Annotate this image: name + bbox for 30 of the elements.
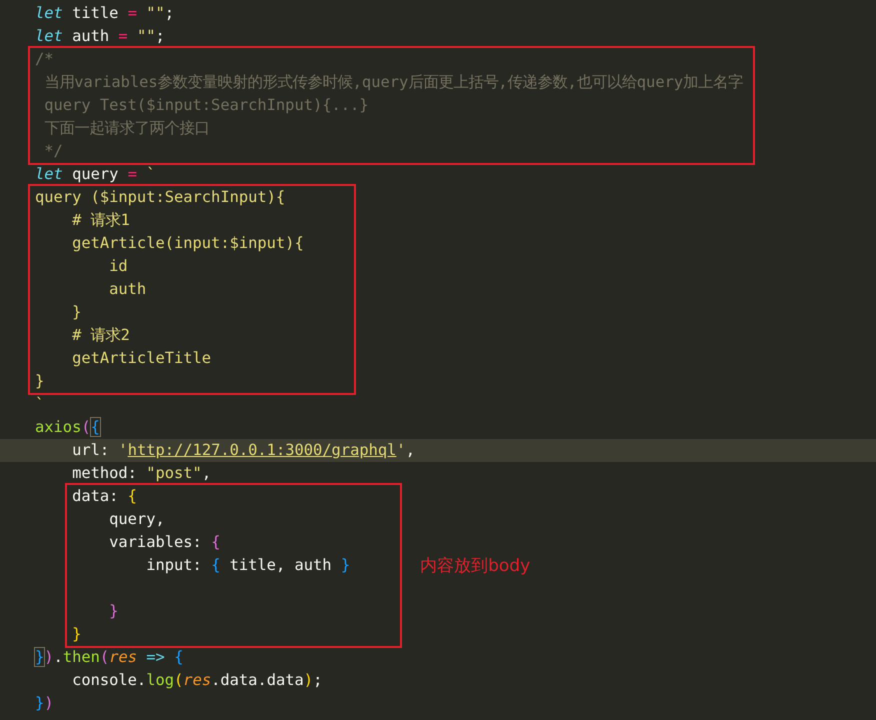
code-line: # 请求2 bbox=[71, 325, 130, 346]
code-line: method: "post", bbox=[71, 463, 212, 484]
code-line: ` bbox=[35, 394, 44, 415]
code-line: auth bbox=[108, 279, 146, 300]
code-line: /* bbox=[35, 49, 54, 70]
code-line: getArticle(input:$input){ bbox=[71, 233, 304, 254]
code-line: let query = ` bbox=[35, 164, 156, 185]
code-line: variables: { bbox=[108, 532, 220, 553]
code-line: 下面一起请求了两个接口 bbox=[43, 118, 210, 139]
code-line: } bbox=[72, 624, 82, 645]
code-line: } bbox=[35, 371, 44, 392]
code-line: console.log(res.data.data); bbox=[71, 670, 322, 691]
code-line: id bbox=[108, 256, 128, 277]
code-line: query Test($input:SearchInput){...} bbox=[43, 95, 369, 116]
code-line: }) bbox=[35, 693, 54, 714]
code-line: query, bbox=[108, 509, 165, 530]
code-line: }).then(res => { bbox=[35, 647, 184, 668]
code-line: getArticleTitle bbox=[71, 348, 212, 369]
code-line: # 请求1 bbox=[71, 210, 130, 231]
code-line: let auth = ""; bbox=[35, 26, 165, 47]
code-line: let title = ""; bbox=[35, 3, 174, 24]
code-line: query ($input:SearchInput){ bbox=[35, 187, 286, 208]
code-line: axios({ bbox=[35, 417, 100, 438]
annotation-note: 内容放到body bbox=[420, 555, 530, 577]
code-line: } bbox=[71, 302, 82, 323]
code-line: data: { bbox=[72, 486, 137, 507]
code-line: input: { title, auth } bbox=[145, 555, 350, 576]
code-line: } bbox=[108, 601, 118, 622]
code-line: */ bbox=[43, 141, 63, 162]
code-line: 当用variables参数变量映射的形式传参时候,query后面更上括号,传递参数,也可以给query加上名字 bbox=[43, 72, 744, 93]
